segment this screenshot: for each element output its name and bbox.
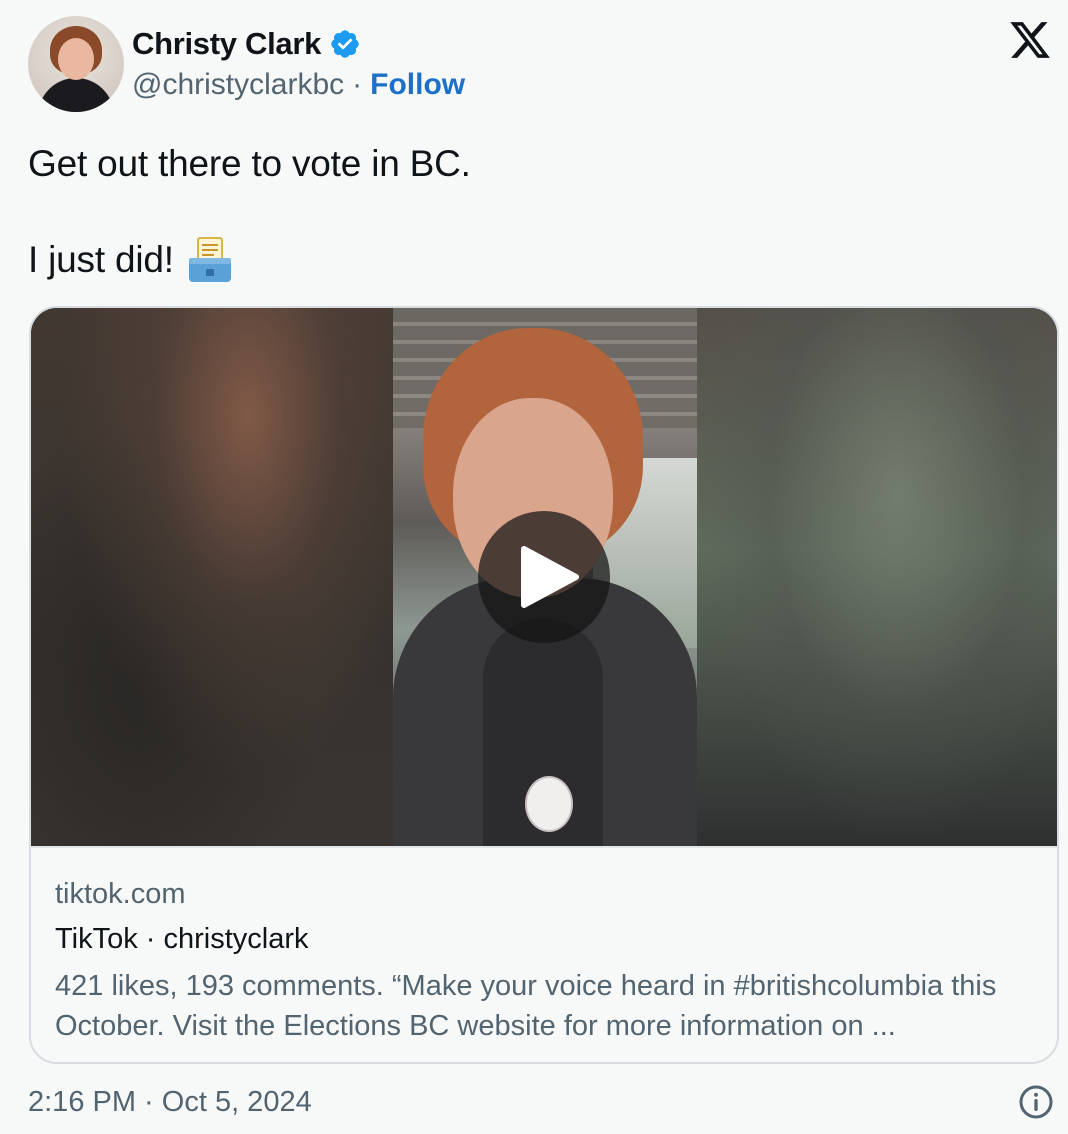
author-name-row: Christy Clark [132,26,361,62]
video-thumbnail[interactable] [31,308,1057,846]
blurred-background-right [697,308,1057,846]
follow-button[interactable]: Follow [370,68,465,102]
tweet-line-2-row: I just did! [28,236,471,284]
info-icon[interactable] [1018,1084,1054,1120]
tweet-line-2: I just did! [28,239,174,280]
play-button[interactable] [478,511,610,643]
card-domain: tiktok.com [55,878,186,910]
author-name[interactable]: Christy Clark [132,26,321,62]
avatar[interactable] [28,16,124,112]
timestamp[interactable]: 2:16 PM · Oct 5, 2024 [28,1086,312,1119]
link-preview-card[interactable]: tiktok.com TikTok · christyclark 421 lik… [29,306,1059,1064]
blurred-background-left [31,308,393,846]
handle-row: @christyclarkbc · Follow [132,68,465,102]
verified-badge-icon [331,30,359,58]
play-icon [521,546,579,608]
separator-dot: · [352,68,363,101]
x-logo-icon[interactable] [1008,18,1052,62]
card-meta: tiktok.com TikTok · christyclark 421 lik… [31,846,1057,1062]
tweet-footer: 2:16 PM · Oct 5, 2024 [28,1082,1054,1122]
tweet-text: Get out there to vote in BC. I just did! [28,140,471,284]
voted-sticker [525,776,573,832]
author-handle[interactable]: @christyclarkbc [132,68,344,102]
tweet-header: Christy Clark @christyclarkbc · Follow [28,16,1052,114]
ballot-box-emoji-icon [188,237,231,282]
card-title: TikTok · christyclark [55,923,309,955]
tweet-line-1: Get out there to vote in BC. [28,143,471,184]
card-description: 421 likes, 193 comments. “Make your voic… [55,970,997,1042]
